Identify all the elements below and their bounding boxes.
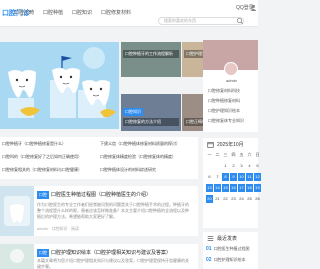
link-item[interactable]: 下颌义齿（口腔种植体修复材料质量的探讨） bbox=[100, 141, 180, 147]
recent-post-item[interactable]: 02 口腔护理知识绘本 bbox=[206, 257, 246, 263]
article-excerpt: 本篇文章将为您介绍口腔护理相关知识与建议以及答案，口腔护理是保持牙齿健康的关键步… bbox=[37, 258, 189, 269]
article-title[interactable]: 口腔 口腔护理知识绘本（口腔护理相关知识与建议及答案） bbox=[37, 249, 171, 257]
calendar-weekday: 六 bbox=[247, 152, 252, 157]
calendar-day[interactable]: 13 bbox=[206, 184, 213, 192]
calendar-day[interactable]: 20 bbox=[206, 195, 213, 203]
profile-link[interactable]: 口腔修复材料科技 bbox=[208, 88, 240, 94]
calendar-day[interactable]: 14 bbox=[214, 184, 221, 192]
article-thumbnail[interactable] bbox=[0, 186, 34, 236]
calendar-weekday: 五 bbox=[239, 152, 244, 157]
calendar-day[interactable]: 8 bbox=[222, 173, 229, 181]
calendar-grid: 一二三四五六日 1 2 3 4 5 6 7 8 9 10 11 12 13 14 15 16 17 18 19 20 21… bbox=[206, 151, 261, 203]
recent-post-title[interactable]: 口腔医生种植过程图 bbox=[214, 246, 250, 251]
recent-posts-widget: 最近发表 01 口腔医生种植过程图 02 口腔护理知识绘本 bbox=[203, 232, 258, 269]
link-item[interactable]: 口腔修复相关的（口腔修复材料与口腔健康） bbox=[2, 167, 82, 173]
link-item[interactable]: 口腔修复体精度检验（口腔修复体的精度） bbox=[100, 154, 176, 160]
link-item[interactable]: 口腔科的（口腔修复好了之后如何正确使用） bbox=[2, 154, 82, 160]
recent-post-title[interactable]: 口腔护理知识绘本 bbox=[214, 257, 246, 262]
recent-post-number: 01 bbox=[206, 246, 212, 252]
article-meta: admin · 口腔知识 · 阅读 bbox=[37, 226, 80, 231]
calendar-day[interactable]: 19 bbox=[254, 184, 261, 192]
avatar[interactable] bbox=[224, 62, 238, 76]
calendar-day[interactable]: 3 bbox=[238, 162, 245, 170]
tooth-illustration bbox=[0, 42, 119, 129]
search-icon[interactable] bbox=[236, 17, 244, 25]
calendar-day[interactable]: 18 bbox=[246, 184, 253, 192]
calendar-day[interactable]: 4 bbox=[246, 162, 253, 170]
calendar-day[interactable]: 23 bbox=[230, 195, 237, 203]
recent-post-item[interactable]: 01 口腔医生种植过程图 bbox=[206, 246, 250, 252]
calendar-weekday: 三 bbox=[223, 152, 228, 157]
link-item[interactable]: 口腔种植牙（口腔种植修复是什么） bbox=[2, 141, 66, 147]
user-icon[interactable] bbox=[250, 4, 257, 11]
calendar-day[interactable]: 7 bbox=[214, 173, 221, 181]
article-thumbnail[interactable] bbox=[0, 244, 34, 269]
nav-item-materials[interactable]: 口腔修复材料 bbox=[101, 9, 131, 16]
calendar-day[interactable]: 22 bbox=[222, 195, 229, 203]
profile-link[interactable]: 口腔护理知识绘本 bbox=[208, 108, 240, 114]
calendar-day[interactable]: 17 bbox=[238, 184, 245, 192]
calendar-day[interactable]: 10 bbox=[238, 173, 245, 181]
calendar-title: 2025年10月 bbox=[217, 142, 244, 148]
recent-posts-title: 最近发表 bbox=[217, 236, 238, 242]
search-input[interactable]: 搜索你喜欢的东西 bbox=[158, 17, 244, 25]
thumb-caption: 口腔修复的方法介绍 bbox=[123, 118, 179, 126]
calendar-weekday: 四 bbox=[231, 152, 236, 157]
article-card[interactable]: 口腔 口腔医生种植过程图（口腔种植医生的介绍） 作为口腔医生的专业工作者们经常被问… bbox=[0, 186, 198, 236]
nav-item-knowledge[interactable]: 口腔知识 bbox=[72, 9, 92, 16]
calendar-day[interactable]: 11 bbox=[246, 173, 253, 181]
calendar-weekday: 日 bbox=[255, 152, 260, 157]
article-title-text[interactable]: 口腔医生种植过程图（口腔种植医生的介绍） bbox=[51, 192, 151, 198]
calendar-day[interactable]: 16 bbox=[230, 184, 237, 192]
main-nav: 口腔正畸 口腔种植 口腔知识 口腔修复材料 bbox=[14, 9, 131, 16]
calendar-weekday: 二 bbox=[215, 152, 220, 157]
list-icon bbox=[207, 236, 214, 241]
link-item[interactable]: 口腔种植体设计的材料综述研究 bbox=[100, 167, 156, 173]
nav-item-implant[interactable]: 口腔种植 bbox=[43, 9, 63, 16]
article-title[interactable]: 口腔 口腔医生种植过程图（口腔种植医生的介绍） bbox=[37, 191, 151, 199]
calendar-day[interactable]: 5 bbox=[254, 162, 261, 170]
hero-banner[interactable] bbox=[0, 42, 119, 129]
calendar-day[interactable]: 1 bbox=[222, 162, 229, 170]
feature-thumb[interactable]: 口腔种植牙的工作流程解析 bbox=[121, 42, 181, 77]
calendar-day[interactable]: 2 bbox=[230, 162, 237, 170]
calendar-day[interactable]: 24 bbox=[238, 195, 245, 203]
article-excerpt: 作为口腔医生的专业工作者们经常被问到的问题是关于口腔种植手术的过程。种植牙的整个… bbox=[37, 202, 189, 219]
article-tag[interactable]: 口腔 bbox=[37, 249, 49, 257]
article-title-text[interactable]: 口腔护理知识绘本（口腔护理相关知识与建议及答案） bbox=[51, 250, 171, 256]
category-badge[interactable]: 口腔知识 bbox=[123, 108, 143, 116]
calendar-day[interactable]: 26 bbox=[254, 195, 261, 203]
profile-link[interactable]: 口腔种植修复材料 bbox=[208, 98, 240, 104]
recent-post-number: 02 bbox=[206, 257, 212, 263]
calendar-icon bbox=[207, 142, 214, 148]
calendar-day[interactable]: 15 bbox=[222, 184, 229, 192]
calendar-day[interactable]: 6 bbox=[206, 173, 213, 181]
calendar-day[interactable]: 12 bbox=[254, 173, 261, 181]
article-tag[interactable]: 口腔 bbox=[37, 191, 49, 199]
article-card[interactable]: 口腔 口腔护理知识绘本（口腔护理相关知识与建议及答案） 本篇文章将为您介绍口腔护理… bbox=[0, 244, 198, 269]
calendar-day[interactable]: 25 bbox=[246, 195, 253, 203]
profile-name[interactable]: admin bbox=[226, 78, 237, 83]
thumb-caption: 口腔种植牙的工作流程解析 bbox=[123, 50, 179, 58]
calendar-day[interactable]: 9 bbox=[230, 173, 237, 181]
calendar-weekday: 一 bbox=[207, 152, 212, 157]
nav-item-ortho[interactable]: 口腔正畸 bbox=[14, 9, 34, 16]
calendar-day[interactable]: 21 bbox=[214, 195, 221, 203]
link-list: 口腔种植牙（口腔种植修复是什么） 下颌义齿（口腔种植体修复材料质量的探讨） 口腔… bbox=[0, 137, 198, 179]
calendar-day bbox=[214, 162, 221, 170]
profile-link[interactable]: 口腔修复体专业知识 bbox=[208, 118, 244, 124]
calendar-day bbox=[206, 162, 213, 170]
top-navbar: 口腔门诊 口腔正畸 口腔种植 口腔知识 口腔修复材料 QQ登录 搜索你喜欢的东西 bbox=[0, 0, 258, 27]
profile-widget: admin 口腔修复材料科技 口腔种植修复材料 口腔护理知识绘本 口腔修复体专业… bbox=[203, 40, 258, 132]
calendar-widget: 2025年10月 一二三四五六日 1 2 3 4 5 6 7 8 9 10 11 12 13 14 15 16 1… bbox=[203, 138, 261, 228]
